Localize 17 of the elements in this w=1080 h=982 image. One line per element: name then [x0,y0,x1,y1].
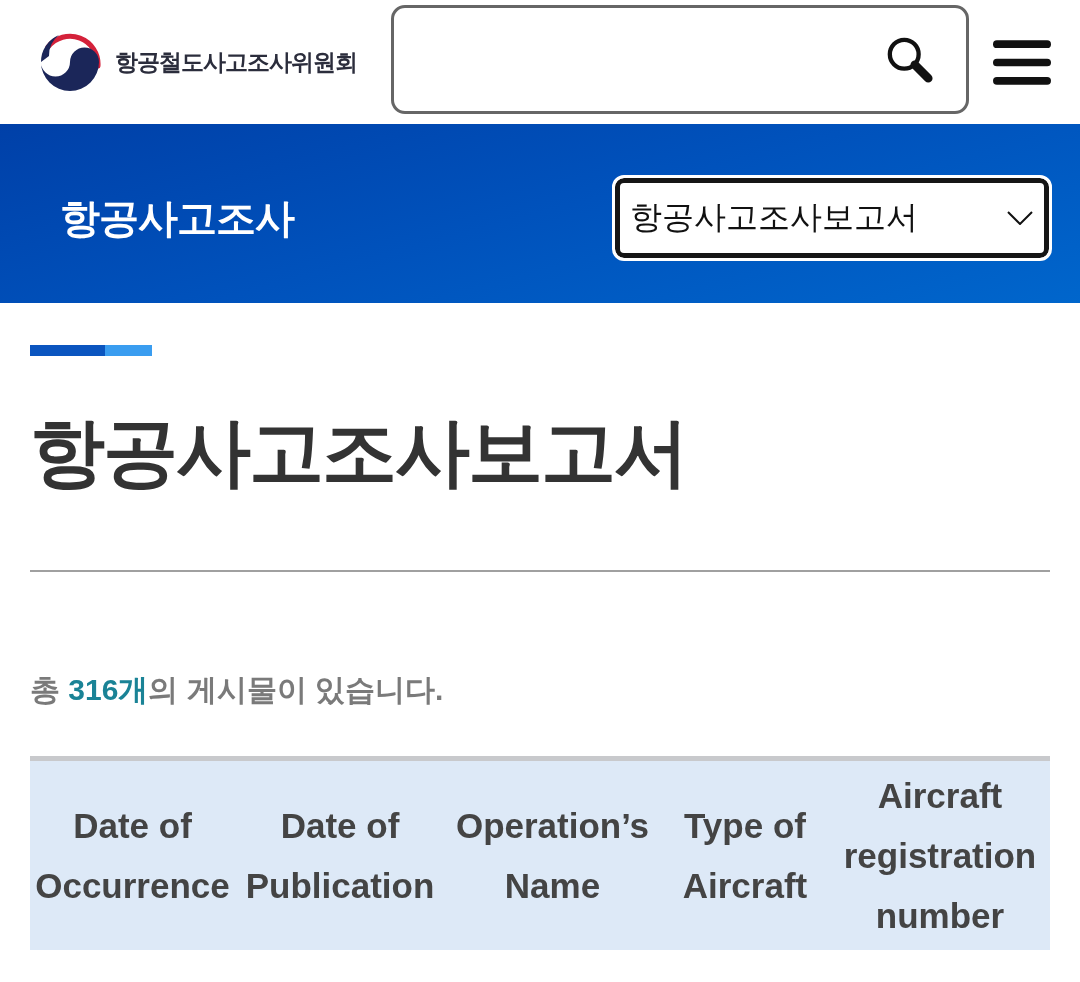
column-header: Type of Aircraft [660,761,830,950]
menu-button[interactable] [993,39,1051,85]
search-button[interactable] [886,35,934,84]
menu-icon [993,39,1051,85]
emblem-icon [39,31,101,93]
column-header: Date of Occurrence [30,761,235,950]
section-select[interactable]: 항공사고조사보고서 [612,174,1052,261]
site-name: 항공철도사고조사위원회 [115,47,357,77]
column-header: Operation’s Name [445,761,660,950]
page-title: 항공사고조사보고서 [30,409,687,496]
chevron-down-icon [1007,210,1033,225]
post-count-text: 총 316개의 게시물이 있습니다. [30,672,444,708]
section-title: 항공사고조사 [60,194,294,242]
search-field[interactable] [391,5,969,114]
column-header: Aircraft registration number [830,761,1050,950]
column-header: Date of Publication [235,761,445,950]
search-icon [886,35,934,84]
